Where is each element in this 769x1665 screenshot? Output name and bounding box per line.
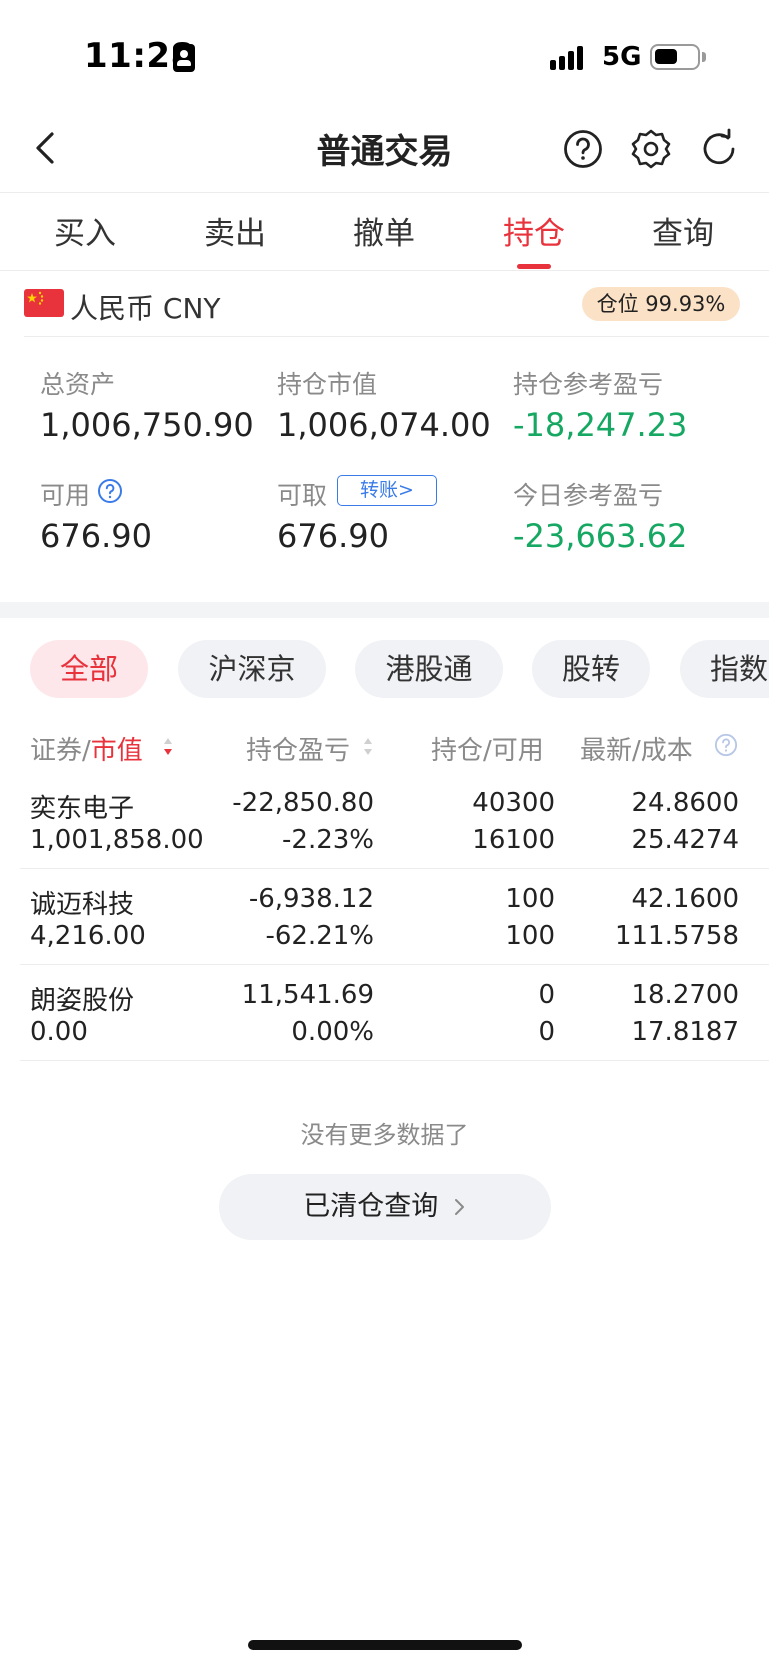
- currency-label: 人民币 CNY: [70, 292, 221, 325]
- row-2-name[interactable]: 朗姿股份: [30, 980, 134, 1017]
- filter-chip-all[interactable]: 全部: [30, 640, 148, 698]
- cellular-signal-icon: [550, 44, 592, 70]
- contact-card-icon: [173, 44, 195, 72]
- tab-positions[interactable]: 持仓: [469, 208, 599, 253]
- row-divider: [20, 1060, 769, 1061]
- row-0-available: 16100: [472, 825, 555, 855]
- refresh-icon[interactable]: [698, 128, 740, 170]
- row-divider: [20, 964, 769, 965]
- market-value-label: 持仓市值: [277, 370, 378, 399]
- sort-neutral-icon[interactable]: [362, 736, 374, 758]
- latest-cost-help-icon[interactable]: [714, 733, 738, 757]
- filter-chip-index[interactable]: 指数: [680, 640, 769, 698]
- row-1-available: 100: [505, 921, 555, 951]
- filter-chip-hk-connect[interactable]: 港股通: [355, 640, 503, 698]
- available-value: 676.90: [40, 517, 152, 555]
- row-2-pnl: 11,541.69: [241, 980, 374, 1010]
- available-label: 可用: [40, 481, 91, 510]
- filter-chip-neeq[interactable]: 股转: [532, 640, 650, 698]
- battery-level-fill: [655, 49, 677, 64]
- position-pnl-label: 持仓参考盈亏: [513, 370, 664, 399]
- row-2-cost: 17.8187: [631, 1017, 739, 1047]
- row-1-holding: 100: [505, 884, 555, 914]
- tab-cancel-order[interactable]: 撤单: [319, 208, 449, 253]
- currency-divider: [24, 336, 769, 337]
- tab-query[interactable]: 查询: [618, 208, 748, 253]
- settings-gear-icon[interactable]: [630, 128, 672, 170]
- withdrawable-label: 可取: [277, 481, 328, 510]
- row-0-market-value: 1,001,858.00: [30, 825, 204, 855]
- row-1-market-value: 4,216.00: [30, 921, 146, 951]
- tabs-divider: [0, 270, 769, 271]
- battery-tip: [702, 52, 706, 62]
- sort-desc-icon[interactable]: [162, 736, 174, 758]
- home-indicator: [248, 1640, 522, 1650]
- section-separator: [0, 602, 769, 618]
- row-0-cost: 25.4274: [631, 825, 739, 855]
- market-value-value: 1,006,074.00: [277, 406, 491, 444]
- col-header-holding-available: 持仓/可用: [431, 736, 544, 766]
- row-0-holding: 40300: [472, 788, 555, 818]
- row-0-pnl-pct: -2.23%: [282, 825, 374, 855]
- filter-chip-shanghai-shenzhen-beijing[interactable]: 沪深京: [178, 640, 326, 698]
- transfer-button[interactable]: 转账>: [337, 475, 437, 506]
- no-more-data-text: 没有更多数据了: [300, 1121, 469, 1149]
- col-header-pnl[interactable]: 持仓盈亏: [246, 730, 350, 767]
- row-0-pnl: -22,850.80: [232, 788, 374, 818]
- china-flag-icon: [24, 289, 64, 317]
- help-icon[interactable]: [562, 128, 604, 170]
- cleared-positions-query-button[interactable]: 已清仓查询: [219, 1174, 551, 1240]
- row-1-name[interactable]: 诚迈科技: [30, 884, 134, 921]
- position-ratio-badge: 仓位 99.93%: [582, 287, 740, 321]
- header-divider: [0, 192, 769, 193]
- row-1-latest: 42.1600: [631, 884, 739, 914]
- row-2-holding: 0: [538, 980, 555, 1010]
- today-pnl-value: -23,663.62: [513, 517, 688, 555]
- row-divider: [20, 868, 769, 869]
- position-pnl-value: -18,247.23: [513, 406, 688, 444]
- row-2-available: 0: [538, 1017, 555, 1047]
- row-1-cost: 111.5758: [614, 921, 739, 951]
- active-tab-indicator: [517, 264, 551, 269]
- row-1-pnl: -6,938.12: [248, 884, 374, 914]
- battery-icon: [650, 44, 700, 70]
- total-assets-value: 1,006,750.90: [40, 406, 254, 444]
- row-0-name[interactable]: 奕东电子: [30, 788, 134, 825]
- tab-sell[interactable]: 卖出: [170, 208, 300, 253]
- row-2-latest: 18.2700: [631, 980, 739, 1010]
- total-assets-label: 总资产: [40, 370, 116, 399]
- col-header-security[interactable]: 证券/市值: [30, 730, 143, 767]
- tab-buy[interactable]: 买入: [20, 208, 150, 253]
- row-0-latest: 24.8600: [631, 788, 739, 818]
- row-1-pnl-pct: -62.21%: [265, 921, 374, 951]
- today-pnl-label: 今日参考盈亏: [513, 481, 664, 510]
- network-type: 5G: [602, 42, 642, 72]
- row-2-pnl-pct: 0.00%: [291, 1017, 374, 1047]
- available-help-icon[interactable]: [97, 478, 123, 504]
- col-header-latest-cost: 最新/成本: [580, 736, 693, 766]
- chevron-right-icon: [454, 1199, 464, 1215]
- withdrawable-value: 676.90: [277, 517, 389, 555]
- row-2-market-value: 0.00: [30, 1017, 88, 1047]
- cleared-query-label: 已清仓查询: [303, 1191, 439, 1222]
